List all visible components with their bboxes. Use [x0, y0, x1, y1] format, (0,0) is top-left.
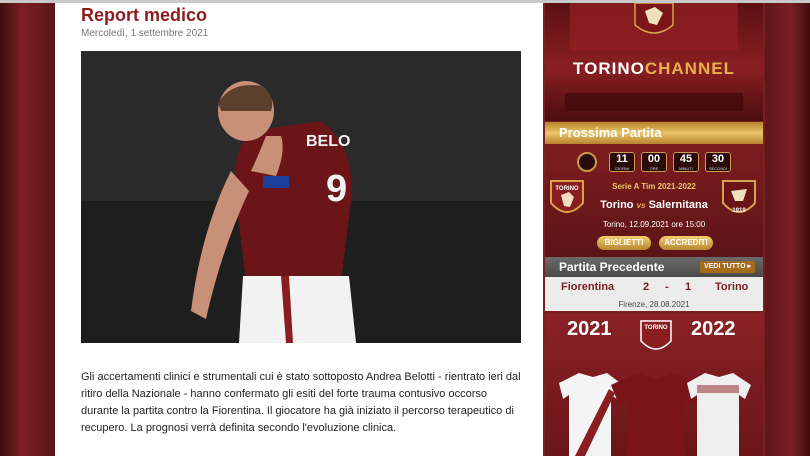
shirt-number-text: 9 [326, 168, 347, 210]
article: Report medico Mercoledì, 1 settembre 202… [55, 3, 543, 456]
article-body: Gli accertamenti clinici e strumentali c… [81, 371, 521, 434]
torino-channel-banner[interactable]: TORINOCHANNEL [545, 3, 763, 121]
article-title: Report medico [81, 5, 208, 25]
prev-score-separator: - [665, 281, 669, 293]
previous-match-heading: Partita Precedente VEDI TUTTO ▸ [545, 257, 763, 277]
previous-match-title: Partita Precedente [559, 260, 665, 274]
accreditations-button[interactable]: ACCREDITI [659, 236, 713, 250]
countdown-hours: 00 ORE [641, 152, 667, 172]
torino-channel-logo: TORINOCHANNEL [545, 59, 763, 79]
page-background-right [764, 0, 810, 456]
page-background-left [0, 0, 55, 456]
prev-home-score: 2 [643, 281, 650, 293]
countdown-minutes: 45 MINUTI [673, 152, 699, 172]
clock-icon [577, 152, 597, 172]
tickets-button[interactable]: BIGLIETTI [597, 236, 651, 250]
view-all-link[interactable]: VEDI TUTTO ▸ [700, 261, 755, 273]
vs-label: vs [636, 201, 646, 210]
article-date: Mercoledì, 1 settembre 2021 [81, 28, 209, 39]
logo-gold-text: CHANNEL [644, 59, 735, 78]
next-match-teams: Torino vs Salernitana [545, 199, 763, 211]
next-match-panel: 11 GIORNI 00 ORE 45 MINUTI 30 SECONDI TORINO… [545, 144, 763, 257]
next-match-heading: Prossima Partita [545, 122, 763, 144]
sidebar: TORINOCHANNEL Prossima Partita 11 GIORNI … [543, 3, 765, 456]
previous-match-panel: Fiorentina 2 - 1 Torino Firenze, 28.08.2… [545, 277, 763, 311]
away-team: Salernitana [648, 199, 708, 211]
prev-away-score: 1 [685, 281, 692, 293]
match-datetime: Torino, 12.09.2021 ore 15:00 [602, 220, 706, 229]
prev-away-team: Torino [715, 281, 749, 293]
countdown-seconds: 30 SECONDI [705, 152, 731, 172]
jersey-promo-banner[interactable]: 2021 2022 TORINO [545, 313, 763, 456]
jerseys-illustration: TORINO [559, 320, 751, 456]
article-photo[interactable]: BELO 9 [81, 51, 521, 343]
logo-white-text: TORINO [573, 59, 645, 78]
competition-label: Serie A Tim 2021-2022 [612, 182, 696, 191]
svg-text:TORINO: TORINO [644, 325, 668, 331]
prev-home-team: Fiorentina [561, 281, 615, 293]
shirt-name-text: BELO [306, 133, 350, 150]
home-team: Torino [600, 199, 634, 211]
countdown-days: 11 GIORNI [609, 152, 635, 172]
prev-match-place-date: Firenze, 28.08.2021 [618, 300, 690, 309]
player-photo-illustration: BELO 9 [81, 51, 521, 343]
